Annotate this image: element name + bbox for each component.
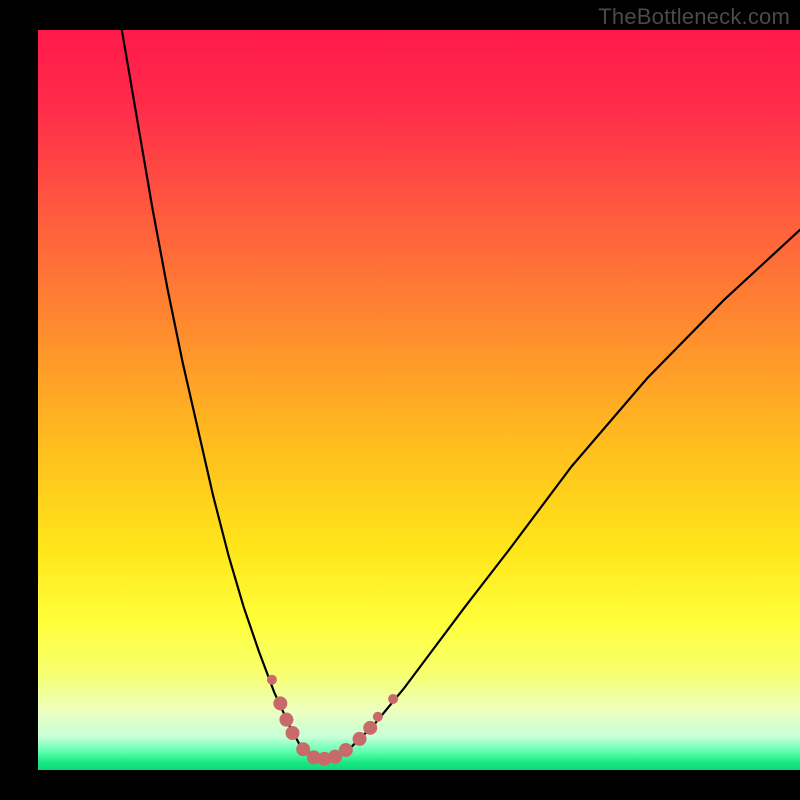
- marker-dot: [353, 732, 367, 746]
- marker-dot: [273, 696, 287, 710]
- marker-dot: [363, 721, 377, 735]
- marker-dot: [373, 712, 383, 722]
- chart-frame: TheBottleneck.com: [0, 0, 800, 800]
- marker-dot: [339, 743, 353, 757]
- marker-dot: [388, 694, 398, 704]
- watermark-label: TheBottleneck.com: [598, 4, 790, 30]
- bottleneck-chart: [0, 0, 800, 800]
- marker-dot: [279, 713, 293, 727]
- marker-dot: [286, 726, 300, 740]
- marker-dot: [267, 675, 277, 685]
- plot-background: [38, 30, 800, 770]
